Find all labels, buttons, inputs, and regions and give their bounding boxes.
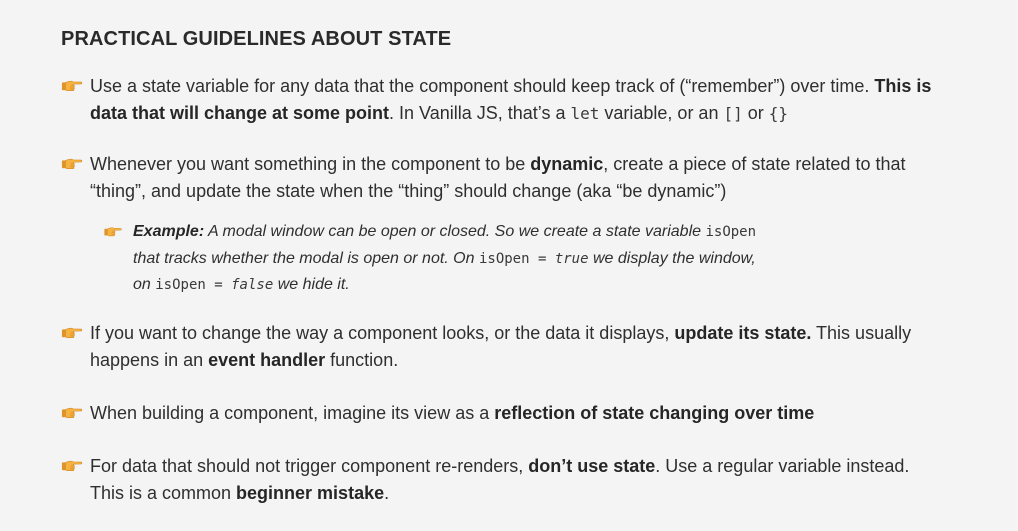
bullet-text: When building a component, imagine its v… <box>90 400 814 427</box>
bullet-reflection-of-state: When building a component, imagine its v… <box>61 400 966 427</box>
bold-text: update its state. <box>674 323 812 343</box>
bold-text: event handler <box>208 350 326 370</box>
inline-code-keyword: false <box>231 277 274 293</box>
example-label: Example: <box>133 223 205 240</box>
text-segment: variable, or an <box>599 103 724 123</box>
inline-code-keyword: true <box>554 250 589 267</box>
bullet-dynamic: Whenever you want something in the compo… <box>61 151 946 205</box>
bullet-state-variable: Use a state variable for any data that t… <box>61 73 966 127</box>
inline-code: [] <box>723 104 743 123</box>
inline-code: let <box>570 104 600 123</box>
pointing-hand-icon <box>61 325 83 339</box>
inline-code: {} <box>768 104 789 123</box>
bullet-text: For data that should not trigger compone… <box>90 453 941 507</box>
slide: PRACTICAL GUIDELINES ABOUT STATE Use a s… <box>0 0 1018 531</box>
text-segment: When building a component, imagine its v… <box>90 403 495 423</box>
bold-text: reflection of state changing over time <box>494 403 815 423</box>
text-segment: function. <box>325 350 399 370</box>
pointing-hand-icon <box>61 405 83 419</box>
bullet-text: Use a state variable for any data that t… <box>90 73 966 127</box>
text-segment: Whenever you want something in the compo… <box>90 154 531 174</box>
bullet-update-state: If you want to change the way a componen… <box>61 320 941 374</box>
bullet-text: Whenever you want something in the compo… <box>90 151 946 205</box>
text-segment: If you want to change the way a componen… <box>90 323 675 343</box>
text-segment: that tracks whether the modal is open or… <box>133 249 479 267</box>
inline-code: isOpen = <box>155 277 232 293</box>
text-segment: we hide it. <box>273 276 350 293</box>
inline-code: isOpen <box>705 224 757 240</box>
pointing-hand-icon <box>104 225 122 237</box>
text-segment: Use a state variable for any data that t… <box>90 76 875 96</box>
text-segment: . In Vanilla JS, that’s a <box>389 103 571 123</box>
text-segment: A modal window can be open or closed. So… <box>204 223 706 240</box>
pointing-hand-icon <box>61 156 83 170</box>
inline-code: isOpen = <box>478 250 555 267</box>
pointing-hand-icon <box>61 78 83 92</box>
pointing-hand-icon <box>61 458 83 472</box>
text-segment: . <box>384 483 390 503</box>
bold-text: dynamic <box>530 154 604 174</box>
bullet-regular-variable: For data that should not trigger compone… <box>61 453 941 507</box>
bold-text: beginner mistake <box>236 483 385 503</box>
slide-title: PRACTICAL GUIDELINES ABOUT STATE <box>61 28 452 50</box>
text-segment: or <box>742 103 769 123</box>
bullet-text: If you want to change the way a componen… <box>90 320 941 374</box>
sub-bullet-example: Example: A modal window can be open or c… <box>104 219 764 299</box>
text-segment: For data that should not trigger compone… <box>90 456 529 476</box>
example-text: Example: A modal window can be open or c… <box>133 219 764 299</box>
bold-text: don’t use state <box>528 456 656 476</box>
